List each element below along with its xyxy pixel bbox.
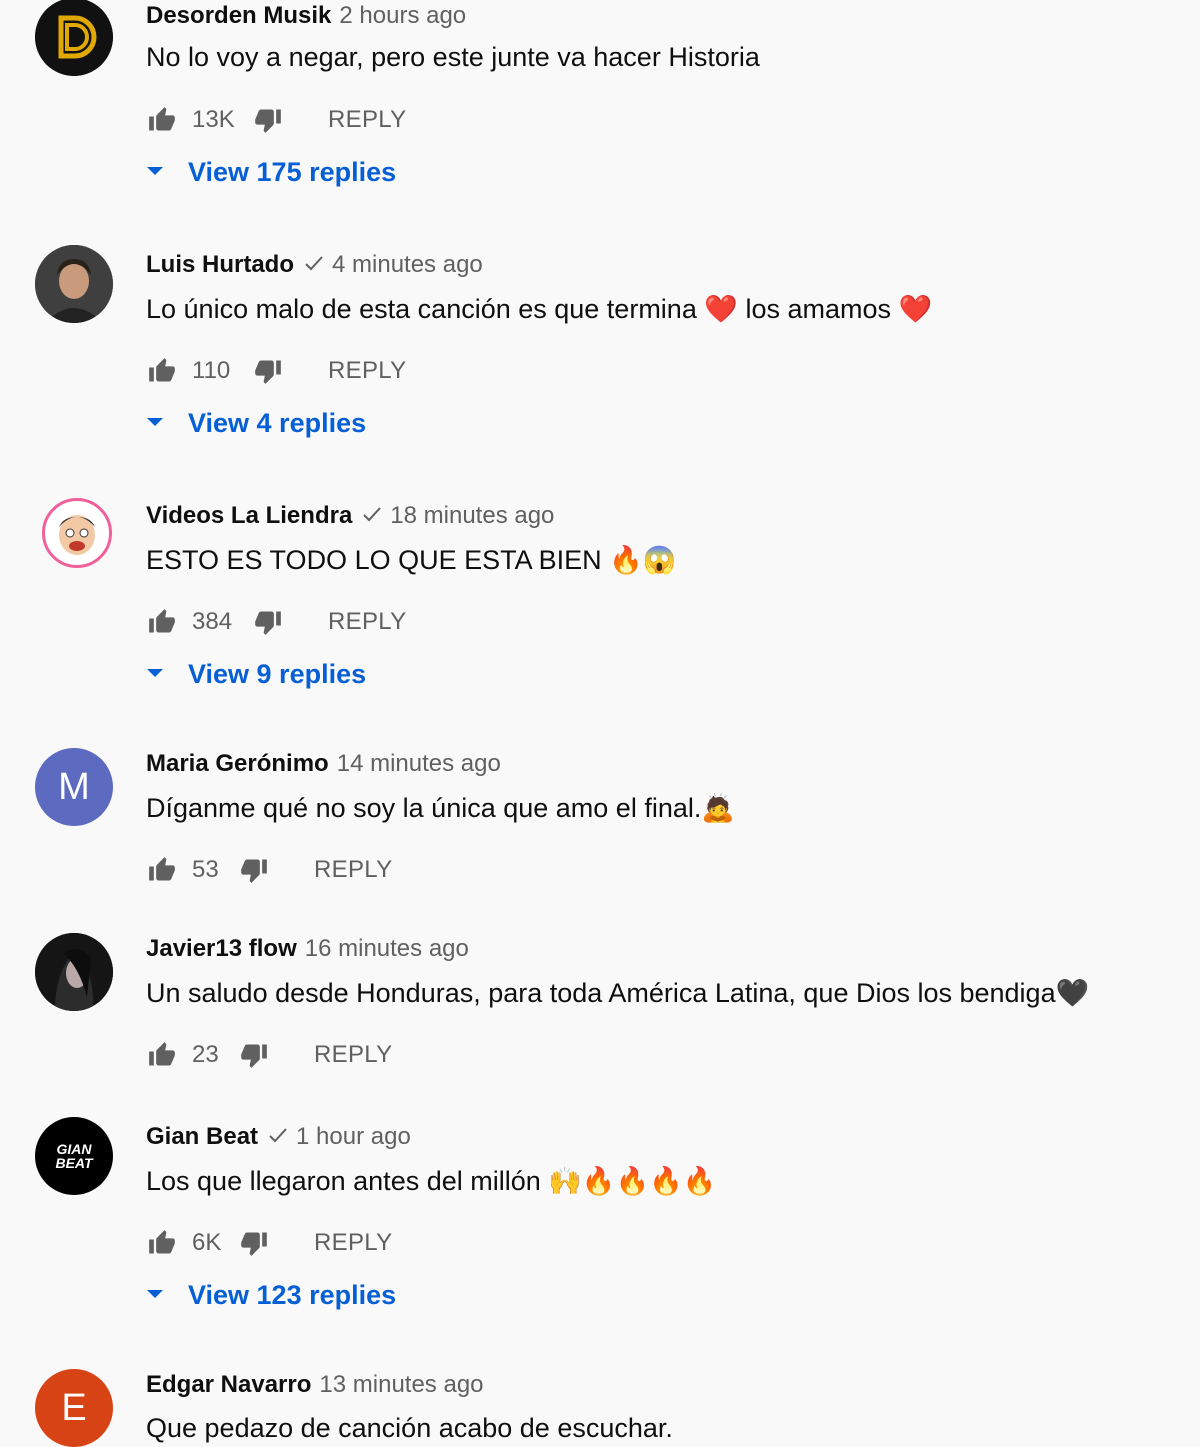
avatar[interactable]: E (35, 1369, 113, 1447)
reply-button[interactable]: REPLY (328, 608, 406, 636)
comment-actions: 23 REPLY (146, 1035, 392, 1075)
caret-down-icon (146, 1290, 164, 1300)
like-count: 110 (192, 357, 231, 384)
check-icon (362, 503, 382, 529)
view-replies-button[interactable]: View 9 replies (146, 654, 366, 694)
comment-text: Lo único malo de esta canción es que ter… (146, 294, 933, 324)
check-icon (268, 1124, 288, 1150)
thumbs-down-icon[interactable] (252, 355, 284, 387)
thumbs-up-icon[interactable] (146, 1227, 178, 1259)
comment-time[interactable]: 13 minutes ago (319, 1371, 483, 1399)
comment-time[interactable]: 18 minutes ago (390, 502, 554, 530)
comment-text: Los que llegaron antes del millón 🙌🔥🔥🔥🔥 (146, 1166, 717, 1196)
comment-text: Un saludo desde Honduras, para toda Amér… (146, 978, 1090, 1008)
reply-button[interactable]: REPLY (314, 1229, 392, 1257)
view-replies-label: View 123 replies (188, 1279, 397, 1310)
comment-time[interactable]: 14 minutes ago (337, 750, 501, 778)
comment-header: Luis Hurtado 4 minutes ago (146, 251, 483, 279)
avatar[interactable]: M (35, 748, 113, 826)
comment-actions: 384 REPLY (146, 602, 406, 642)
comment-header: Gian Beat 1 hour ago (146, 1123, 411, 1151)
avatar-logo-text: GIAN BEAT (55, 1141, 93, 1171)
comment-header: Maria Gerónimo 14 minutes ago (146, 750, 501, 778)
cartoon-face-icon (47, 503, 107, 563)
comment-time[interactable]: 4 minutes ago (332, 251, 483, 279)
author-name[interactable]: Luis Hurtado (146, 251, 294, 279)
thumbs-up-icon[interactable] (146, 854, 178, 886)
avatar[interactable] (35, 0, 113, 76)
like-count: 53 (192, 856, 219, 883)
view-replies-button[interactable]: View 123 replies (146, 1275, 396, 1315)
avatar[interactable] (35, 933, 113, 1011)
thumbs-down-icon[interactable] (252, 606, 284, 638)
comment-time[interactable]: 1 hour ago (296, 1123, 411, 1151)
view-replies-label: View 175 replies (188, 156, 397, 187)
user-photo-icon (35, 933, 113, 1011)
caret-down-icon (146, 418, 164, 428)
reply-button[interactable]: REPLY (328, 106, 406, 134)
comment-header: Javier13 flow 16 minutes ago (146, 935, 469, 963)
like-count: 23 (192, 1041, 219, 1068)
comment-text: Díganme qué no soy la única que amo el f… (146, 793, 735, 823)
comment-actions: 6K REPLY (146, 1223, 392, 1263)
thumbs-up-icon[interactable] (146, 1039, 178, 1071)
comment-header: Edgar Navarro 13 minutes ago (146, 1371, 484, 1399)
author-name[interactable]: Desorden Musik (146, 2, 331, 30)
view-replies-button[interactable]: View 175 replies (146, 152, 396, 192)
reply-button[interactable]: REPLY (314, 856, 392, 884)
author-name[interactable]: Javier13 flow (146, 935, 297, 963)
comment-time[interactable]: 2 hours ago (339, 2, 466, 30)
author-name[interactable]: Gian Beat (146, 1123, 258, 1151)
avatar[interactable] (42, 498, 112, 568)
comment-actions: 13K REPLY (146, 100, 406, 140)
view-replies-button[interactable]: View 4 replies (146, 403, 366, 443)
avatar[interactable]: GIAN BEAT (35, 1117, 113, 1195)
like-count: 384 (192, 608, 233, 635)
thumbs-down-icon[interactable] (238, 854, 270, 886)
check-icon (304, 252, 324, 278)
caret-down-icon (146, 167, 164, 177)
avatar[interactable] (35, 245, 113, 323)
author-name[interactable]: Edgar Navarro (146, 1371, 311, 1399)
comment-text: Que pedazo de canción acabo de escuchar. (146, 1413, 673, 1443)
comment-text: No lo voy a negar, pero este junte va ha… (146, 42, 760, 72)
author-name[interactable]: Maria Gerónimo (146, 750, 329, 778)
like-count: 13K (192, 106, 235, 133)
thumbs-up-icon[interactable] (146, 355, 178, 387)
view-replies-label: View 9 replies (188, 658, 367, 689)
user-photo-icon (35, 245, 113, 323)
comment-header: Desorden Musik 2 hours ago (146, 2, 466, 30)
like-count: 6K (192, 1229, 222, 1256)
caret-down-icon (146, 669, 164, 679)
thumbs-down-icon[interactable] (238, 1039, 270, 1071)
reply-button[interactable]: REPLY (328, 357, 406, 385)
desorden-logo-icon (35, 0, 113, 76)
avatar-letter: M (58, 765, 90, 808)
author-name[interactable]: Videos La Liendra (146, 502, 352, 530)
comment-actions: 110 REPLY (146, 351, 406, 391)
thumbs-down-icon[interactable] (238, 1227, 270, 1259)
avatar-letter: E (61, 1386, 87, 1429)
thumbs-down-icon[interactable] (252, 104, 284, 136)
comment-text: ESTO ES TODO LO QUE ESTA BIEN 🔥😱 (146, 545, 677, 575)
comment-header: Videos La Liendra 18 minutes ago (146, 502, 554, 530)
thumbs-up-icon[interactable] (146, 104, 178, 136)
reply-button[interactable]: REPLY (314, 1041, 392, 1069)
thumbs-up-icon[interactable] (146, 606, 178, 638)
comment-actions: 53 REPLY (146, 850, 392, 890)
comment-time[interactable]: 16 minutes ago (305, 935, 469, 963)
view-replies-label: View 4 replies (188, 407, 367, 438)
